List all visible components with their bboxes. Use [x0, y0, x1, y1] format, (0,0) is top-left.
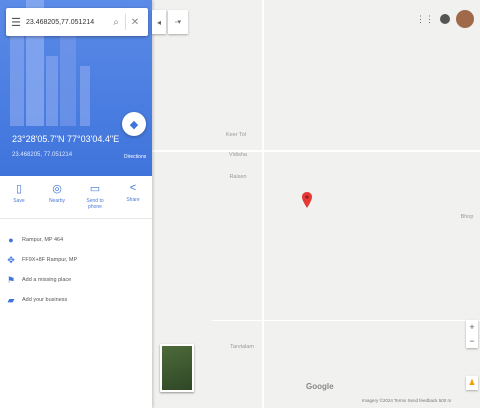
- side-panel: 23°28'05.7"N 77°03'04.4"E 23.468205, 77.…: [0, 0, 152, 408]
- place-title: 23°28'05.7"N 77°03'04.4"E: [12, 134, 120, 144]
- map-canvas[interactable]: Keer Tol Vidisha Raisen Tarvtalam Bhop: [152, 0, 480, 408]
- map-label: Vidisha: [229, 152, 247, 158]
- layers-icon: ▫▾: [175, 19, 181, 26]
- save-button[interactable]: ▯ Save: [3, 178, 35, 218]
- nearby-button[interactable]: ◎ Nearby: [41, 178, 73, 218]
- list-item[interactable]: ✥ FF9X+8F Rampur, MP: [0, 250, 152, 270]
- send-to-phone-button[interactable]: ▭ Send to phone: [79, 178, 111, 218]
- street-view-pegman[interactable]: ♟: [466, 376, 478, 390]
- map-label: Tarvtalam: [230, 344, 254, 350]
- illustration: [80, 66, 90, 126]
- pegman-icon: ♟: [468, 378, 476, 387]
- place-subtitle: 23.468205, 77.051214: [12, 152, 73, 158]
- apps-icon[interactable]: ⋮⋮: [416, 14, 434, 25]
- illustration: [60, 26, 76, 126]
- avatar[interactable]: [456, 10, 474, 28]
- road: [152, 150, 480, 152]
- road: [212, 320, 480, 321]
- map-label: Keer Tol: [225, 132, 247, 138]
- road: [262, 0, 264, 408]
- share-icon: <: [129, 182, 137, 194]
- close-icon[interactable]: ✕: [127, 17, 143, 28]
- map-label: Bhop: [460, 214, 474, 220]
- flag-icon: ▰: [7, 294, 15, 305]
- search-box: ☰ ⌕ ✕: [6, 8, 148, 36]
- menu-icon[interactable]: ☰: [6, 16, 26, 29]
- plus-code-icon: ✥: [7, 254, 15, 265]
- list-item[interactable]: ▰ Add your business: [0, 290, 152, 310]
- chevron-left-icon: ◂: [156, 17, 161, 27]
- share-button[interactable]: < Share: [117, 178, 149, 218]
- illustration: [46, 56, 58, 126]
- collapse-panel-button[interactable]: ◂: [152, 10, 166, 34]
- map-label: Raisen: [229, 174, 247, 180]
- zoom-in-button[interactable]: +: [466, 320, 478, 334]
- account-bar: ⋮⋮: [416, 10, 474, 28]
- illustration: [10, 36, 24, 126]
- search-input[interactable]: [26, 18, 108, 26]
- divider: [125, 14, 126, 30]
- location-pin-icon: ●: [8, 235, 14, 245]
- search-icon[interactable]: ⌕: [108, 17, 124, 28]
- nearby-icon: ◎: [52, 183, 62, 195]
- action-bar: ▯ Save ◎ Nearby ▭ Send to phone < Share: [0, 178, 152, 219]
- add-place-icon: ⚑: [6, 274, 16, 285]
- google-logo: Google: [306, 382, 334, 391]
- phone-icon: ▭: [89, 183, 101, 195]
- list-item[interactable]: ⚑ Add a missing place: [0, 270, 152, 290]
- directions-button[interactable]: ◆: [122, 112, 146, 136]
- layers-button[interactable]: ▫▾: [168, 10, 188, 34]
- map-footer: Imagery ©2024 Terms Send feedback 500 m: [362, 398, 452, 403]
- satellite-toggle[interactable]: [160, 344, 194, 392]
- directions-icon: ◆: [129, 118, 139, 131]
- location-pin-marker[interactable]: [302, 192, 312, 208]
- directions-label: Directions: [124, 154, 147, 160]
- list-item[interactable]: ● Rampur, MP 464: [0, 230, 152, 250]
- bookmark-icon: ▯: [15, 183, 23, 195]
- zoom-out-button[interactable]: −: [466, 334, 478, 348]
- notifications-icon[interactable]: [440, 14, 450, 24]
- zoom-control: + −: [466, 320, 478, 348]
- details-list: ● Rampur, MP 464 ✥ FF9X+8F Rampur, MP ⚑ …: [0, 230, 152, 310]
